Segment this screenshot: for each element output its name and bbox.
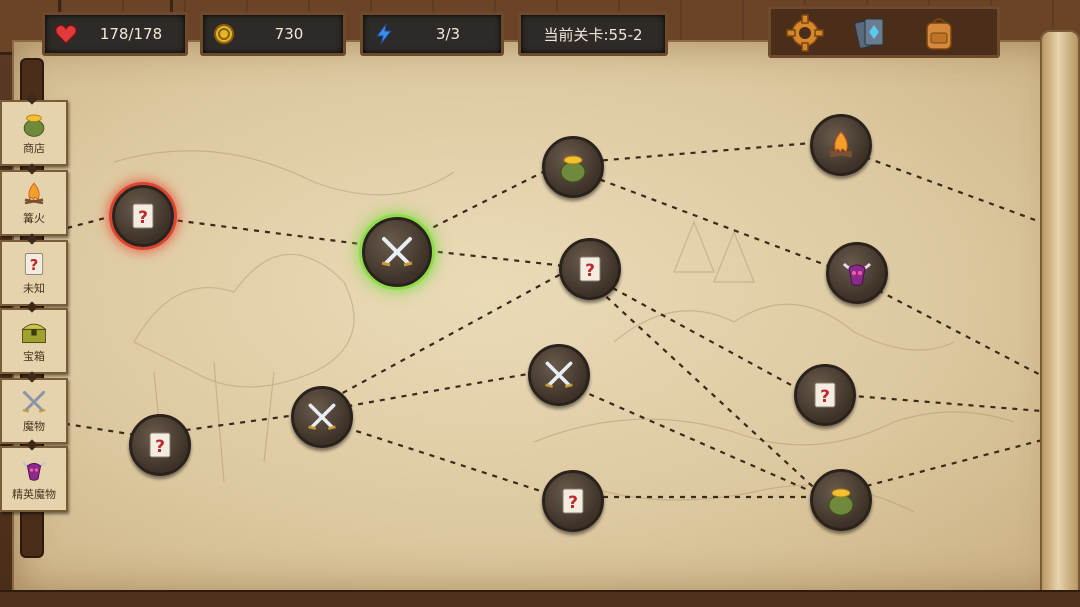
map-scroll-roller [1040,30,1080,604]
shop-bag-icon [23,114,45,137]
campfire-icon [24,182,44,205]
game-screen: ? ? ? ? ? 178/178 730 3/3 当前关卡:55-2 商店 篝… [0,0,1080,607]
unknown-card-icon: ? [562,488,584,514]
unknown-card-icon: ? [814,382,836,408]
legend-label: 商店 [23,142,45,155]
crossed-swords-icon [308,403,336,430]
map-node-monster-selected[interactable] [362,217,432,287]
legend-label: 篝火 [23,212,45,225]
lightning-icon [373,23,395,45]
svg-text:?: ? [820,387,830,407]
svg-text:?: ? [30,257,39,274]
map-node-shop[interactable] [542,136,604,198]
map-node-campfire[interactable] [810,114,872,176]
heart-icon [55,23,77,45]
crossed-swords-icon [381,237,413,267]
legend-item-treasure[interactable]: 宝箱 [0,301,68,374]
crossed-swords-icon [22,390,46,413]
svg-text:?: ? [138,208,148,228]
map-sketch-background [113,150,1015,513]
route-map: ? ? ? ? ? [12,40,1064,596]
legend-label: 魔物 [23,420,45,433]
legend-item-campfire[interactable]: 篝火 [0,163,68,236]
gear-icon [786,14,824,52]
svg-text:?: ? [568,493,578,513]
elite-demon-icon [842,262,872,286]
legend-item-shop[interactable]: 商店 [0,93,68,166]
backpack-button[interactable] [917,13,961,53]
bottom-frame [0,590,1080,607]
legend-label: 宝箱 [23,350,45,363]
unknown-card-icon: ? [132,203,154,229]
energy-panel: 3/3 [360,12,504,56]
gold-value: 730 [274,25,304,43]
health-value: 178/178 [99,25,163,43]
treasure-chest-icon [21,323,47,344]
menu-panel [768,6,1000,58]
gold-panel: 730 [200,12,346,56]
map-node-unknown-current[interactable]: ? [112,185,174,247]
campfire-icon [829,131,853,158]
map-node-monster[interactable] [291,386,353,448]
crossed-swords-icon [545,361,573,388]
unknown-card-icon: ? [24,253,44,275]
unknown-card-icon: ? [579,256,601,282]
shop-bag-icon [828,488,854,516]
card-deck-icon [854,18,884,49]
svg-text:?: ? [155,437,165,457]
legend-item-elite[interactable]: 精英魔物 [0,439,68,512]
elite-demon-icon [22,461,46,481]
legend-item-unknown[interactable]: ? 未知 [0,233,68,306]
legend-label: 精英魔物 [12,488,56,501]
settings-button[interactable] [783,13,827,53]
map-paths [14,140,1055,513]
map-node-unknown[interactable]: ? [129,414,191,476]
current-level-text: 当前关卡:55-2 [543,25,643,44]
legend-label: 未知 [23,282,45,295]
map-node-unknown[interactable]: ? [542,470,604,532]
energy-value: 3/3 [435,25,461,43]
legend-item-monster[interactable]: 魔物 [0,371,68,444]
map-node-unknown[interactable]: ? [559,238,621,300]
map-node-monster[interactable] [528,344,590,406]
gold-coin-icon [213,23,235,45]
shop-bag-icon [560,155,586,183]
health-panel: 178/178 [42,12,188,56]
map-node-shop[interactable] [810,469,872,531]
backpack-icon [926,18,952,50]
level-panel: 当前关卡:55-2 [518,12,668,56]
svg-text:?: ? [585,261,595,281]
card-deck-button[interactable] [849,13,893,53]
unknown-card-icon: ? [149,432,171,458]
map-node-elite[interactable] [826,242,888,304]
map-node-unknown[interactable]: ? [794,364,856,426]
